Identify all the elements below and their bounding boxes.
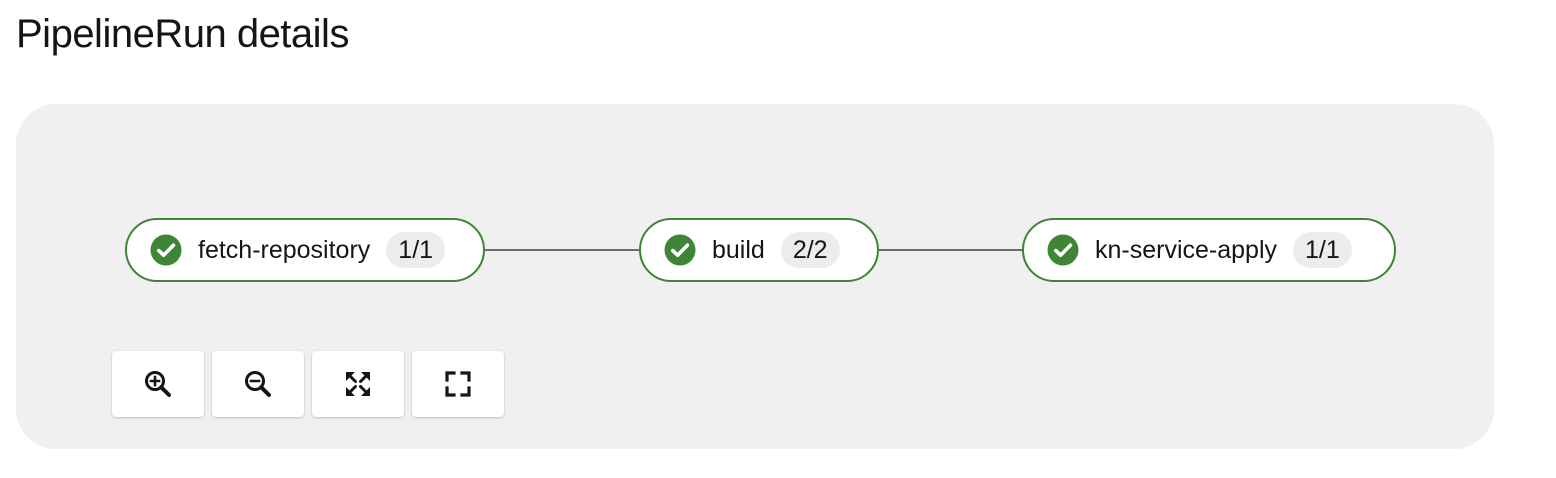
- task-node-fetch-repository[interactable]: fetch-repository 1/1: [125, 218, 485, 282]
- zoom-in-button[interactable]: [112, 351, 204, 417]
- expand-arrows-icon: [343, 369, 373, 399]
- connector-fetch-build: [483, 249, 641, 251]
- task-name: kn-service-apply: [1095, 235, 1278, 264]
- zoom-out-icon: [243, 369, 273, 399]
- task-name: build: [712, 235, 765, 264]
- expand-corners-icon: [443, 369, 473, 399]
- task-progress-badge: 2/2: [780, 232, 840, 268]
- zoom-out-button[interactable]: [212, 351, 304, 417]
- pipeline-topology-canvas[interactable]: fetch-repository 1/1 build 2/2 kn-servic…: [16, 104, 1494, 449]
- task-node-kn-service-apply[interactable]: kn-service-apply 1/1: [1022, 218, 1396, 282]
- task-name: fetch-repository: [198, 235, 371, 264]
- zoom-in-icon: [143, 369, 173, 399]
- check-circle-icon: [1047, 234, 1079, 266]
- page-title: PipelineRun details: [16, 12, 349, 56]
- check-circle-icon: [664, 234, 696, 266]
- connector-build-apply: [877, 249, 1024, 251]
- topology-control-bar: [112, 351, 504, 417]
- task-progress-badge: 1/1: [1293, 232, 1352, 268]
- fit-to-screen-button[interactable]: [312, 351, 404, 417]
- task-node-build[interactable]: build 2/2: [639, 218, 879, 282]
- check-circle-icon: [150, 234, 182, 266]
- task-progress-badge: 1/1: [386, 232, 446, 268]
- pipelinerun-details-page: PipelineRun details fetch-repository 1/1…: [0, 0, 1556, 478]
- reset-view-button[interactable]: [412, 351, 504, 417]
